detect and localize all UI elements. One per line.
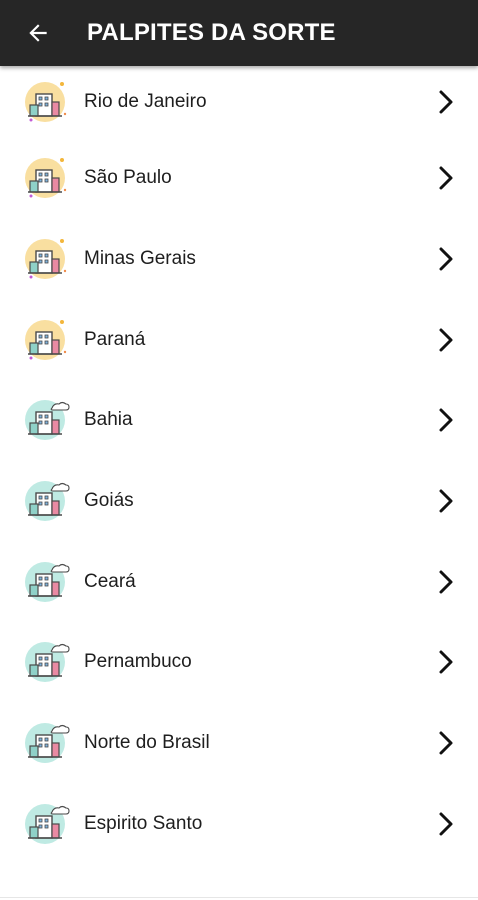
list-item-label: Pernambuco (84, 651, 192, 673)
city-sun-icon (22, 154, 70, 202)
list-item-label: Espirito Santo (84, 812, 203, 834)
region-list: Rio de Janeiro São Paulo Minas Gerais Pa… (0, 66, 478, 864)
list-item-label: Goiás (84, 490, 134, 512)
list-item[interactable]: Pernambuco (0, 622, 478, 703)
chevron-right-icon (436, 488, 456, 514)
city-sun-icon (22, 78, 70, 126)
city-cloud-icon (22, 719, 70, 767)
city-cloud-icon (22, 558, 70, 606)
arrow-left-icon (29, 24, 47, 42)
list-item[interactable]: Rio de Janeiro (0, 66, 478, 138)
chevron-right-icon (436, 730, 456, 756)
chevron-right-icon (436, 246, 456, 272)
chevron-right-icon (436, 407, 456, 433)
chevron-right-icon (436, 327, 456, 353)
chevron-right-icon (436, 649, 456, 675)
list-item[interactable]: Norte do Brasil (0, 703, 478, 784)
city-cloud-icon (22, 800, 70, 848)
list-item[interactable]: Goiás (0, 461, 478, 542)
list-item-label: Norte do Brasil (84, 732, 210, 754)
city-sun-icon (22, 316, 70, 364)
list-item[interactable]: Minas Gerais (0, 219, 478, 300)
list-item-label: São Paulo (84, 167, 172, 189)
list-item-label: Ceará (84, 570, 136, 592)
list-item-label: Paraná (84, 328, 146, 350)
page-title: PALPITES DA SORTE (87, 19, 336, 46)
list-item[interactable]: Espirito Santo (0, 784, 478, 865)
list-item[interactable]: Bahia (0, 380, 478, 461)
list-item-label: Minas Gerais (84, 248, 196, 270)
list-item[interactable]: Ceará (0, 541, 478, 622)
city-cloud-icon (22, 477, 70, 525)
chevron-right-icon (436, 569, 456, 595)
chevron-right-icon (436, 165, 456, 191)
list-item-label: Rio de Janeiro (84, 91, 207, 112)
list-item-label: Bahia (84, 409, 133, 431)
list-item[interactable]: São Paulo (0, 138, 478, 219)
bottom-divider (0, 897, 478, 898)
back-button[interactable] (20, 15, 56, 51)
app-bar: PALPITES DA SORTE (0, 0, 478, 66)
city-cloud-icon (22, 638, 70, 686)
chevron-right-icon (436, 811, 456, 837)
list-item[interactable]: Paraná (0, 299, 478, 380)
city-cloud-icon (22, 396, 70, 444)
chevron-right-icon (436, 89, 456, 115)
city-sun-icon (22, 235, 70, 283)
